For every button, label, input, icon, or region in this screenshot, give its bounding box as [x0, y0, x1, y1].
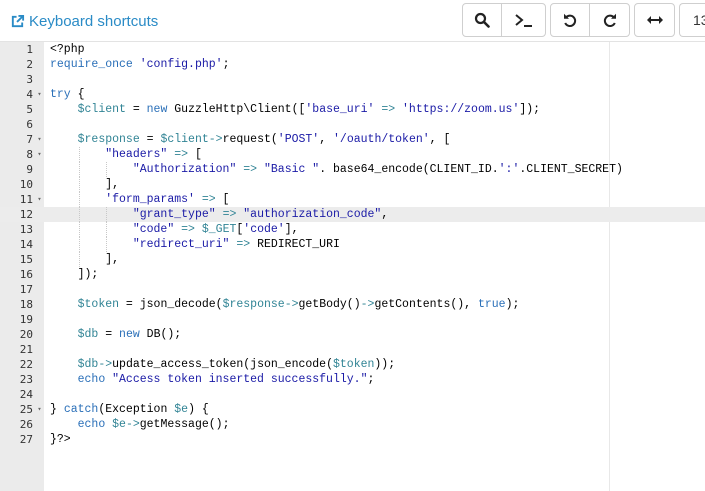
code-text: $db->update_access_token(json_encode($to…: [77, 358, 396, 371]
code-line[interactable]: 9 "Authorization" => "Basic ". base64_en…: [0, 162, 705, 177]
font-size-select[interactable]: 13: [679, 3, 705, 37]
wrap-toggle-button[interactable]: [634, 3, 675, 37]
line-number: 27: [19, 433, 33, 446]
code-line[interactable]: 12 "grant_type" => "authorization_code",: [0, 207, 705, 222]
code-text: }?>: [50, 433, 71, 446]
code-line[interactable]: 6: [0, 117, 705, 132]
editor-toolbar: Keyboard shortcuts 13: [0, 0, 705, 42]
fold-toggle-icon[interactable]: ▾: [35, 132, 44, 147]
code-lines: 1 <?php 2 require_once 'config.php'; 3 4 ▾ try …: [0, 42, 705, 447]
code-text: $client = new GuzzleHttp\Client(['base_u…: [77, 103, 541, 116]
code-line[interactable]: 15 ],: [0, 252, 705, 267]
code-line[interactable]: 17: [0, 282, 705, 297]
code-text: "Authorization" => "Basic ". base64_enco…: [132, 163, 623, 176]
code-text: $token = json_decode($response->getBody(…: [77, 298, 520, 311]
code-text: echo $e->getMessage();: [77, 418, 230, 431]
code-text: echo "Access token inserted successfully…: [77, 373, 375, 386]
line-number: 3: [26, 73, 33, 86]
line-number: 14: [19, 238, 33, 251]
line-number: 20: [19, 328, 33, 341]
line-number: 8: [26, 148, 33, 161]
line-number: 23: [19, 373, 33, 386]
code-line[interactable]: 1 <?php: [0, 42, 705, 57]
code-line[interactable]: 22 $db->update_access_token(json_encode(…: [0, 357, 705, 372]
line-number: 19: [19, 313, 33, 326]
external-link-icon: [11, 14, 25, 27]
fold-toggle-icon[interactable]: ▾: [35, 147, 44, 162]
code-line[interactable]: 14 "redirect_uri" => REDIRECT_URI: [0, 237, 705, 252]
fold-toggle-icon[interactable]: ▾: [35, 402, 44, 417]
line-number: 9: [26, 163, 33, 176]
line-number: 2: [26, 58, 33, 71]
redo-icon: [603, 13, 616, 28]
redo-button[interactable]: [589, 3, 630, 37]
line-number: 22: [19, 358, 33, 371]
line-number: 24: [19, 388, 33, 401]
code-line[interactable]: 21: [0, 342, 705, 357]
code-text: $response = $client->request('POST', '/o…: [77, 133, 451, 146]
code-line[interactable]: 18 $token = json_decode($response->getBo…: [0, 297, 705, 312]
line-number: 11: [19, 193, 33, 206]
code-line[interactable]: 24: [0, 387, 705, 402]
line-number: 17: [19, 283, 33, 296]
code-line[interactable]: 26 echo $e->getMessage();: [0, 417, 705, 432]
code-text: "redirect_uri" => REDIRECT_URI: [132, 238, 340, 251]
code-line[interactable]: 11 ▾ 'form_params' => [: [0, 192, 705, 207]
line-number: 12: [19, 208, 33, 221]
code-line[interactable]: 4 ▾ try {: [0, 87, 705, 102]
line-number: 4: [26, 88, 33, 101]
line-number: 18: [19, 298, 33, 311]
code-line[interactable]: 5 $client = new GuzzleHttp\Client(['base…: [0, 102, 705, 117]
code-text: $db = new DB();: [77, 328, 182, 341]
line-number: 15: [19, 253, 33, 266]
line-number: 7: [26, 133, 33, 146]
code-line[interactable]: 27 }?>: [0, 432, 705, 447]
code-line[interactable]: 2 require_once 'config.php';: [0, 57, 705, 72]
code-text: "grant_type" => "authorization_code",: [132, 208, 389, 221]
code-line[interactable]: 16 ]);: [0, 267, 705, 282]
undo-button[interactable]: [550, 3, 590, 37]
code-line[interactable]: 19: [0, 312, 705, 327]
line-number: 26: [19, 418, 33, 431]
fold-toggle-icon[interactable]: ▾: [35, 192, 44, 207]
code-line[interactable]: 25 ▾ } catch(Exception $e) {: [0, 402, 705, 417]
undo-icon: [564, 13, 577, 28]
line-number: 21: [19, 343, 33, 356]
line-number: 5: [26, 103, 33, 116]
code-text: "headers" => [: [105, 148, 202, 161]
code-line[interactable]: 20 $db = new DB();: [0, 327, 705, 342]
search-icon: [474, 12, 490, 28]
line-number: 10: [19, 178, 33, 191]
font-size-value: 13: [693, 12, 705, 28]
code-line[interactable]: 23 echo "Access token inserted successfu…: [0, 372, 705, 387]
line-number: 25: [19, 403, 33, 416]
code-text: "code" => $_GET['code'],: [132, 223, 299, 236]
fold-toggle-icon[interactable]: ▾: [35, 87, 44, 102]
line-number: 13: [19, 223, 33, 236]
arrows-horizontal-icon: [646, 16, 663, 24]
code-text: require_once 'config.php';: [50, 58, 230, 71]
keyboard-shortcuts-label: Keyboard shortcuts: [29, 12, 159, 30]
code-text: ],: [50, 253, 120, 266]
code-line[interactable]: 13 "code" => $_GET['code'],: [0, 222, 705, 237]
line-number: 6: [26, 118, 33, 131]
code-text: <?php: [50, 43, 85, 56]
code-text: 'form_params' => [: [105, 193, 230, 206]
line-number: 1: [26, 43, 33, 56]
terminal-icon: [514, 14, 532, 27]
search-button[interactable]: [462, 3, 502, 37]
code-line[interactable]: 7 ▾ $response = $client->request('POST', …: [0, 132, 705, 147]
line-number: 16: [19, 268, 33, 281]
code-text: ],: [50, 178, 120, 191]
code-line[interactable]: 3: [0, 72, 705, 87]
keyboard-shortcuts-link[interactable]: Keyboard shortcuts: [10, 11, 158, 31]
code-text: try {: [50, 88, 85, 101]
code-editor[interactable]: 1 <?php 2 require_once 'config.php'; 3 4 ▾ try …: [0, 42, 705, 491]
code-line[interactable]: 10 ],: [0, 177, 705, 192]
command-palette-button[interactable]: [501, 3, 546, 37]
code-text: } catch(Exception $e) {: [50, 403, 209, 416]
code-line[interactable]: 8 ▾ "headers" => [: [0, 147, 705, 162]
code-text: ]);: [50, 268, 99, 281]
